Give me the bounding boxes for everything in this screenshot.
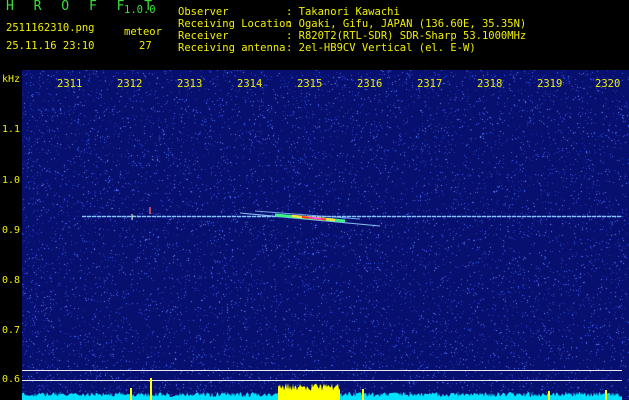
time-tick-2315: 2315	[297, 78, 323, 90]
time-tick-2313: 2313	[177, 78, 203, 90]
freq-tick-1-1: 1.1	[2, 124, 21, 135]
time-tick-2318: 2318	[477, 78, 503, 90]
level-spike-3	[548, 391, 550, 400]
time-tick-2316: 2316	[357, 78, 383, 90]
time-tick-2311: 2311	[57, 78, 83, 90]
signal-level-graph	[22, 378, 622, 400]
freq-tick-0-6: 0.6	[2, 374, 21, 385]
freq-tick-0-8: 0.8	[2, 275, 21, 286]
level-spike-0	[130, 388, 132, 400]
level-spike-1	[150, 378, 152, 400]
freq-tick-0-7: 0.7	[2, 325, 21, 336]
time-tick-2314: 2314	[237, 78, 263, 90]
time-tick-2312: 2312	[117, 78, 143, 90]
level-spike-2	[362, 389, 364, 400]
time-tick-2320: 2320	[595, 78, 621, 90]
freq-tick-1-0: 1.0	[2, 175, 21, 186]
time-tick-2319: 2319	[537, 78, 563, 90]
freq-tick-0-9: 0.9	[2, 225, 21, 236]
level-meteor-burst	[278, 383, 340, 400]
freq-unit-label: kHz	[2, 74, 21, 85]
time-tick-2317: 2317	[417, 78, 443, 90]
level-spike-4	[605, 390, 607, 400]
